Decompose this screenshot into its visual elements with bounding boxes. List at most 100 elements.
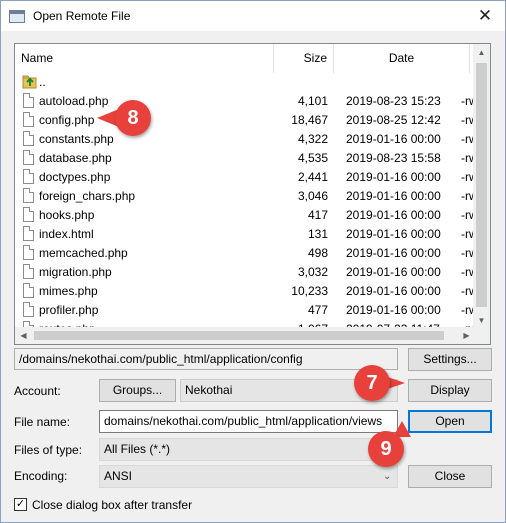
file-icon: [23, 302, 34, 317]
list-header: Name Size Date M: [15, 44, 486, 73]
file-icon: [23, 188, 34, 203]
file-name: memcached.php: [39, 246, 128, 260]
close-after-transfer-label: Close dialog box after transfer: [32, 498, 193, 512]
chevron-down-icon: ⌄: [383, 471, 392, 482]
groups-button[interactable]: Groups...: [99, 379, 176, 402]
file-name: config.php: [39, 113, 95, 127]
file-date: 2019-01-16 00:00: [346, 284, 441, 298]
scroll-up-icon[interactable]: ▲: [473, 44, 490, 61]
list-item[interactable]: constants.php4,3222019-01-16 00:00-rw: [15, 130, 475, 149]
file-name: constants.php: [39, 132, 114, 146]
file-name: mimes.php: [39, 284, 98, 298]
file-size: 3,046: [297, 189, 328, 203]
file-icon: [23, 283, 34, 298]
file-date: 2019-01-16 00:00: [346, 170, 441, 184]
file-size: 18,467: [291, 113, 328, 127]
file-name: profiler.php: [39, 303, 99, 317]
file-name-label: File name:: [14, 415, 71, 429]
title-bar: Open Remote File ✕: [1, 1, 505, 31]
file-name: database.php: [39, 151, 112, 165]
file-icon: [23, 207, 34, 222]
display-button[interactable]: Display: [408, 379, 492, 402]
horizontal-scrollbar[interactable]: ◀ ▶: [15, 327, 475, 344]
column-header-size[interactable]: Size: [274, 44, 334, 73]
file-size: 477: [307, 303, 328, 317]
close-after-transfer-checkbox[interactable]: ✓: [14, 498, 27, 511]
list-item[interactable]: doctypes.php2,4412019-01-16 00:00-rw: [15, 168, 475, 187]
list-item[interactable]: index.html1312019-01-16 00:00-rw: [15, 225, 475, 244]
encoding-value: ANSI: [104, 469, 133, 483]
list-item[interactable]: database.php4,5352019-08-23 15:58-rw: [15, 149, 475, 168]
file-icon: [23, 131, 34, 146]
scroll-left-icon[interactable]: ◀: [15, 327, 32, 344]
window-title: Open Remote File: [33, 9, 131, 23]
file-icon: [23, 226, 34, 241]
file-date: 2019-01-16 00:00: [346, 303, 441, 317]
file-name: doctypes.php: [39, 170, 111, 184]
list-item[interactable]: profiler.php4772019-01-16 00:00-rw: [15, 301, 475, 320]
file-size: 4,535: [297, 151, 328, 165]
encoding-label: Encoding:: [14, 469, 68, 483]
files-of-type-select[interactable]: All Files (*.*) ⌄: [99, 438, 398, 461]
callout-8: 8: [115, 100, 151, 136]
encoding-select[interactable]: ANSI ⌄: [99, 465, 398, 488]
file-date: 2019-08-23 15:23: [346, 94, 441, 108]
file-date: 2019-01-16 00:00: [346, 189, 441, 203]
close-icon[interactable]: ✕: [471, 4, 499, 28]
files-of-type-label: Files of type:: [14, 443, 83, 457]
list-item[interactable]: autoload.php4,1012019-08-23 15:23-rw: [15, 92, 475, 111]
file-name: autoload.php: [39, 94, 109, 108]
window-icon: [9, 10, 25, 23]
file-icon: [23, 112, 34, 127]
open-button[interactable]: Open: [408, 410, 492, 433]
files-of-type-value: All Files (*.*): [104, 442, 171, 456]
settings-button[interactable]: Settings...: [408, 348, 492, 371]
file-icon: [23, 93, 34, 108]
file-size: 10,233: [291, 284, 328, 298]
file-size: 4,322: [297, 132, 328, 146]
file-date: 2019-08-25 12:42: [346, 113, 441, 127]
file-size: 417: [307, 208, 328, 222]
file-list[interactable]: Name Size Date M .. autoload.php 4,101 201…: [14, 43, 491, 345]
column-header-name[interactable]: Name: [15, 44, 274, 73]
list-item[interactable]: foreign_chars.php 3,046 2019-01-16 00:00 -r…: [15, 187, 475, 206]
file-size: 3,032: [297, 265, 328, 279]
column-header-date[interactable]: Date: [334, 44, 470, 73]
account-value: Nekothai: [185, 383, 233, 397]
callout-9: 9: [368, 431, 404, 467]
list-item[interactable]: mimes.php10,2332019-01-16 00:00-rw: [15, 282, 475, 301]
file-name-input[interactable]: domains/nekothai.com/public_html/applica…: [99, 410, 398, 433]
list-item[interactable]: migration.php3,0322019-01-16 00:00-rw: [15, 263, 475, 282]
file-size: 4,101: [297, 94, 328, 108]
file-name: index.html: [39, 227, 94, 241]
callout-7: 7: [354, 365, 390, 401]
account-label: Account:: [14, 384, 61, 398]
file-date: 2019-01-16 00:00: [346, 227, 441, 241]
file-icon: [23, 150, 34, 165]
file-size: 2,441: [297, 170, 328, 184]
list-item[interactable]: hooks.php4172019-01-16 00:00-rw: [15, 206, 475, 225]
scroll-corner: [473, 327, 490, 344]
list-item[interactable]: config.php18,4672019-08-25 12:42-rw: [15, 111, 475, 130]
file-icon: [23, 169, 34, 184]
file-date: 2019-08-23 15:58: [346, 151, 441, 165]
vertical-scroll-thumb[interactable]: [476, 63, 487, 307]
file-size: 498: [307, 246, 328, 260]
horizontal-scroll-thumb[interactable]: [34, 331, 444, 340]
file-size: 131: [307, 227, 328, 241]
file-icon: [23, 245, 34, 260]
file-name: foreign_chars.php: [39, 189, 136, 203]
file-date: 2019-01-16 00:00: [346, 265, 441, 279]
list-item[interactable]: memcached.php4982019-01-16 00:00-rw: [15, 244, 475, 263]
file-date: 2019-01-16 00:00: [346, 208, 441, 222]
file-icon: [23, 264, 34, 279]
parent-dir-label: ..: [39, 75, 46, 89]
file-name: hooks.php: [39, 208, 95, 222]
vertical-scrollbar[interactable]: ▲ ▼: [473, 44, 490, 329]
list-item-parent[interactable]: ..: [15, 73, 475, 92]
current-path: /domains/nekothai.com/public_html/applic…: [14, 348, 398, 370]
file-date: 2019-01-16 00:00: [346, 132, 441, 146]
file-name: migration.php: [39, 265, 112, 279]
folder-up-icon: [22, 75, 37, 89]
close-button[interactable]: Close: [408, 465, 492, 488]
